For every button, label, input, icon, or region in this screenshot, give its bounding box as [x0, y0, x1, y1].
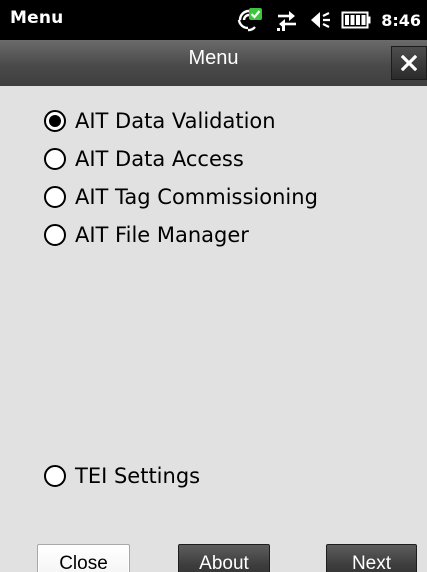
device-screen: Menu 8:46 Menu AIT Data Validation AIT D…: [0, 0, 427, 572]
radio-option-ait-data-validation[interactable]: AIT Data Validation: [44, 105, 276, 137]
status-bar-title: Menu: [10, 8, 64, 28]
radio-option-ait-file-manager[interactable]: AIT File Manager: [44, 219, 249, 251]
close-icon: [401, 55, 417, 71]
radio-button[interactable]: [44, 465, 66, 487]
title-bar: Menu: [0, 40, 427, 86]
status-clock: 8:46: [381, 10, 421, 30]
next-button[interactable]: Next: [326, 544, 417, 572]
radio-option-label: AIT Data Access: [75, 147, 244, 171]
about-button[interactable]: About: [178, 544, 270, 572]
radio-button-selected[interactable]: [44, 110, 66, 132]
close-window-button[interactable]: [391, 46, 427, 80]
radio-button[interactable]: [44, 224, 66, 246]
radio-option-label: AIT Data Validation: [75, 109, 276, 133]
close-button[interactable]: Close: [37, 544, 130, 572]
status-icons: 8:46: [235, 3, 421, 37]
window-title: Menu: [188, 47, 239, 69]
wireless-sync-icon: [235, 6, 265, 34]
radio-option-label: AIT Tag Commissioning: [75, 185, 318, 209]
volume-off-icon: [309, 8, 331, 32]
data-connection-icon: [275, 8, 299, 32]
radio-button[interactable]: [44, 186, 66, 208]
radio-option-ait-data-access[interactable]: AIT Data Access: [44, 143, 244, 175]
status-bar: Menu 8:46: [0, 0, 427, 40]
radio-option-label: TEI Settings: [75, 464, 201, 488]
radio-button[interactable]: [44, 148, 66, 170]
battery-icon: [341, 10, 371, 30]
radio-option-label: AIT File Manager: [75, 223, 249, 247]
radio-option-ait-tag-commissioning[interactable]: AIT Tag Commissioning: [44, 181, 318, 213]
radio-option-tei-settings[interactable]: TEI Settings: [44, 460, 200, 492]
